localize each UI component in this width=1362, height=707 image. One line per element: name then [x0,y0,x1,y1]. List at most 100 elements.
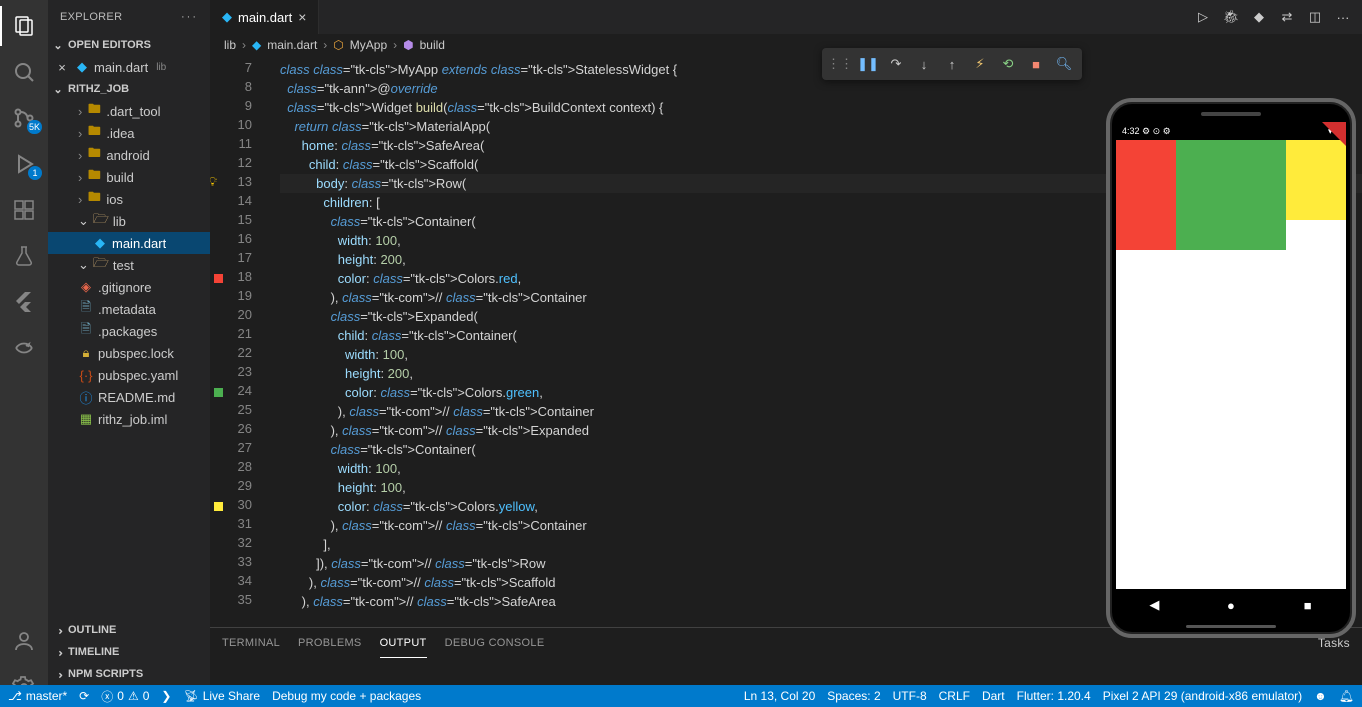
folder-item[interactable]: ›🖿.idea [48,122,210,144]
folder-icon: 🖿 [86,125,102,141]
restart-icon[interactable]: ⟲ [996,52,1020,76]
explorer-sidebar: EXPLORER ··· ⌄OPEN EDITORS × ◆ main.dart… [48,0,210,707]
file-item[interactable]: 🗎.metadata [48,298,210,320]
project-section[interactable]: ⌄RITHZ_JOB [48,78,210,100]
breadcrumb[interactable]: lib› ◆main.dart› ⬡MyApp› ⬢build [210,34,1362,56]
folder-open-icon: 🗁 [93,257,109,273]
more-icon[interactable]: ··· [181,11,198,23]
git-branch[interactable]: ⎇master* [8,685,67,707]
language-indicator[interactable]: Dart [982,685,1005,707]
file-item[interactable]: {·}pubspec.yaml [48,364,210,386]
file-item[interactable]: 🔒︎pubspec.lock [48,342,210,364]
debug-toolbar[interactable]: ⋮⋮ ❚❚ ↷ ↓ ↑ ⚡︎ ⟲ ■ 🔍︎ [822,48,1082,80]
warning-icon: ⚠ [128,689,139,703]
status-bar: ⎇master* ⟳ ⓧ0 ⚠0 ❯ 📡︎Live Share Debug my… [0,685,1362,707]
branch-icon: ⎇ [8,689,22,703]
widget-inspector-icon[interactable]: 🔍︎ [1052,52,1076,76]
hot-reload-icon[interactable]: ⚡︎ [968,52,992,76]
source-control-icon[interactable]: 5K [0,98,48,138]
sync-button[interactable]: ⟳ [79,685,89,707]
broadcast-icon: 📡︎ [183,689,198,703]
feedback-icon[interactable]: ☻ [1314,685,1327,707]
phone-speaker [1201,112,1261,116]
errors-indicator[interactable]: ⓧ0 ⚠0 [101,685,149,707]
testing-icon[interactable] [0,236,48,276]
split-editor-icon[interactable]: ◫ [1306,8,1324,26]
android-nav-bar[interactable]: ◀ ● ■ [1116,589,1346,621]
folder-icon: 🖿 [86,103,102,119]
android-emulator[interactable]: 4:32 ⚙ ⊙ ⚙▾ ▮ ◀ ● ■ [1106,98,1356,638]
folder-item-test[interactable]: ⌄🗁test [48,254,210,276]
folder-item[interactable]: ›🖿.dart_tool [48,100,210,122]
file-item[interactable]: ▦rithz_job.iml [48,408,210,430]
panel-tab-output[interactable]: OUTPUT [380,628,427,658]
file-item[interactable]: ⓘREADME.md [48,386,210,408]
tab-main-dart[interactable]: ◆ main.dart × [210,0,319,34]
error-icon: ⓧ [101,688,113,705]
run-badge: 1 [28,166,42,180]
indent-indicator[interactable]: Spaces: 2 [827,685,880,707]
close-tab-icon[interactable]: × [298,9,306,25]
step-out-icon[interactable]: ↑ [940,52,964,76]
drag-handle-icon[interactable]: ⋮⋮ [828,52,852,76]
stop-icon[interactable]: ■ [1024,52,1048,76]
folder-item[interactable]: ›🖿android [48,144,210,166]
iml-file-icon: ▦ [78,411,94,427]
close-icon[interactable]: × [54,60,70,75]
debug-scope[interactable]: Debug my code + packages [272,685,421,707]
folder-item[interactable]: ›🖿build [48,166,210,188]
explorer-icon[interactable] [0,6,48,46]
step-over-icon[interactable]: ↷ [884,52,908,76]
class-icon: ⬡ [333,38,343,52]
overview-icon[interactable]: ■ [1300,597,1316,613]
panel-tab-problems[interactable]: PROBLEMS [298,628,362,658]
back-icon[interactable]: ◀ [1146,597,1162,613]
phone-screen[interactable]: 4:32 ⚙ ⊙ ⚙▾ ▮ [1116,122,1346,589]
run-file-icon[interactable]: ▷ [1194,8,1212,26]
step-into-icon[interactable]: ↓ [912,52,936,76]
npm-section[interactable]: ⌄NPM SCRIPTS [48,663,210,685]
open-editors-section[interactable]: ⌄OPEN EDITORS [48,34,210,56]
eol-indicator[interactable]: CRLF [939,685,970,707]
folder-item[interactable]: ›🖿ios [48,188,210,210]
timeline-section[interactable]: ⌄TIMELINE [48,641,210,663]
compare-icon[interactable]: ⇄ [1278,8,1296,26]
device-indicator[interactable]: Pixel 2 API 29 (android-x86 emulator) [1103,685,1302,707]
green-container [1176,140,1286,250]
panel-source-selector[interactable]: Tasks [1318,636,1350,650]
search-icon[interactable] [0,52,48,92]
encoding-indicator[interactable]: UTF-8 [893,685,927,707]
file-main-dart[interactable]: ◆main.dart [48,232,210,254]
more-actions-icon[interactable]: ··· [1334,8,1352,26]
file-item[interactable]: 🗎.packages [48,320,210,342]
flutter-icon[interactable] [0,282,48,322]
folder-icon: 🖿 [86,169,102,185]
open-editor-item[interactable]: × ◆ main.dart lib [48,56,210,78]
share-icon[interactable] [0,328,48,368]
run-icon[interactable]: 1 [0,144,48,184]
folder-item-lib[interactable]: ⌄🗁lib [48,210,210,232]
panel-tab-debug-console[interactable]: DEBUG CONSOLE [445,628,545,658]
info-file-icon: ⓘ [78,389,94,405]
live-share[interactable]: 📡︎Live Share [183,685,260,707]
panel-tab-terminal[interactable]: TERMINAL [222,628,280,658]
tab-title: main.dart [238,10,292,25]
dart-file-icon: ◆ [252,38,261,52]
diff-icon[interactable]: ◆ [1250,8,1268,26]
extensions-icon[interactable] [0,190,48,230]
lightbulb-icon[interactable]: 💡︎ [210,174,214,190]
yellow-container [1286,140,1346,220]
pause-icon[interactable]: ❚❚ [856,52,880,76]
file-item[interactable]: ◈.gitignore [48,276,210,298]
folder-icon: 🖿 [86,191,102,207]
cursor-position[interactable]: Ln 13, Col 20 [744,685,815,707]
sidebar-title: EXPLORER [60,11,122,23]
run-debug-icon[interactable]: 🐞︎ [1222,8,1240,26]
accounts-icon[interactable] [0,621,48,661]
home-icon[interactable]: ● [1223,597,1239,613]
port-indicator[interactable]: ❯ [161,685,171,707]
activity-bar: 5K 1 [0,0,48,707]
outline-section[interactable]: ⌄OUTLINE [48,619,210,641]
notifications-icon[interactable]: 🔔︎ [1339,685,1354,707]
flutter-version[interactable]: Flutter: 1.20.4 [1017,685,1091,707]
